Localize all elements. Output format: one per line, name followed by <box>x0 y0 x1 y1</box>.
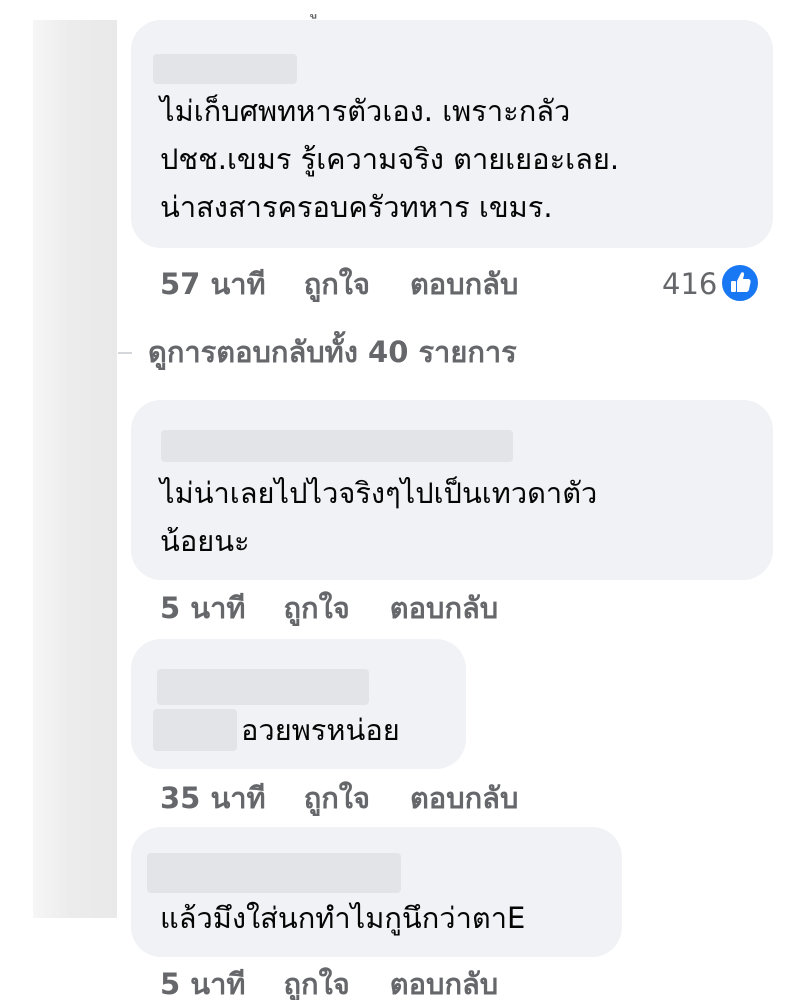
comment-text-line: อวยพรหน่อย <box>241 713 400 747</box>
comment-actions: 57 นาที ถูกใจ ตอบกลับ <box>160 264 518 304</box>
comment-bubble[interactable]: ไม่เก็บศพทหารตัวเอง. เพราะกลัว ปชช.เขมร … <box>131 20 773 248</box>
comment-timestamp[interactable]: 57 นาที <box>160 264 266 304</box>
comment-text-line: แล้วมึงใส่นกทำไมกูนึกว่าตาE <box>160 901 526 935</box>
comment-thread: ู ไม่เก็บศพทหารตัวเอง. เพราะกลัว ปชช.เขม… <box>0 0 800 1000</box>
comment-timestamp[interactable]: 5 นาที <box>160 964 246 1000</box>
like-thumb-icon[interactable] <box>719 262 761 304</box>
reply-button[interactable]: ตอบกลับ <box>390 588 498 628</box>
reply-button[interactable]: ตอบกลับ <box>410 778 518 818</box>
comment-timestamp[interactable]: 5 นาที <box>160 588 246 628</box>
mentioned-name-blurred[interactable] <box>153 709 237 751</box>
comment-actions: 35 นาที ถูกใจ ตอบกลับ <box>160 778 518 818</box>
comment-text-line: ปชช.เขมร รู้เความจริง ตายเยอะเลย. <box>160 142 620 176</box>
commenter-name-blurred[interactable] <box>153 54 297 84</box>
comment-bubble[interactable]: แล้วมึงใส่นกทำไมกูนึกว่าตาE <box>131 827 622 957</box>
like-button[interactable]: ถูกใจ <box>304 264 370 304</box>
view-all-replies-link[interactable]: ดูการตอบกลับทั้ง 40 รายการ <box>148 332 517 372</box>
reply-button[interactable]: ตอบกลับ <box>390 964 498 1000</box>
comment-actions: 5 นาที ถูกใจ ตอบกลับ <box>160 588 498 628</box>
comment-bubble[interactable]: ไม่น่าเลยไปไวจริงๆไปเป็นเทวดาตัว น้อยนะ <box>131 400 773 580</box>
comment-text-line: ไม่น่าเลยไปไวจริงๆไปเป็นเทวดาตัว <box>160 476 598 510</box>
like-button[interactable]: ถูกใจ <box>284 588 350 628</box>
like-button[interactable]: ถูกใจ <box>284 964 350 1000</box>
comment-timestamp[interactable]: 35 นาที <box>160 778 266 818</box>
like-button[interactable]: ถูกใจ <box>304 778 370 818</box>
comment-text-line: ไม่เก็บศพทหารตัวเอง. เพราะกลัว <box>160 94 571 128</box>
commenter-name-blurred[interactable] <box>157 669 369 705</box>
commenter-name-blurred[interactable] <box>147 853 401 893</box>
comment-text-line: น่าสงสารครอบครัวทหาร เขมร. <box>160 190 553 224</box>
reply-button[interactable]: ตอบกลับ <box>410 264 518 304</box>
comment-text-line: น้อยนะ <box>160 524 250 558</box>
comment-actions: 5 นาที ถูกใจ ตอบกลับ <box>160 964 498 1000</box>
reaction-count[interactable]: 416 <box>662 264 717 304</box>
thread-connector-line <box>118 352 132 354</box>
commenter-name-blurred[interactable] <box>161 430 513 462</box>
comment-bubble[interactable]: อวยพรหน่อย <box>131 639 466 769</box>
blurred-avatar-column <box>33 20 117 918</box>
